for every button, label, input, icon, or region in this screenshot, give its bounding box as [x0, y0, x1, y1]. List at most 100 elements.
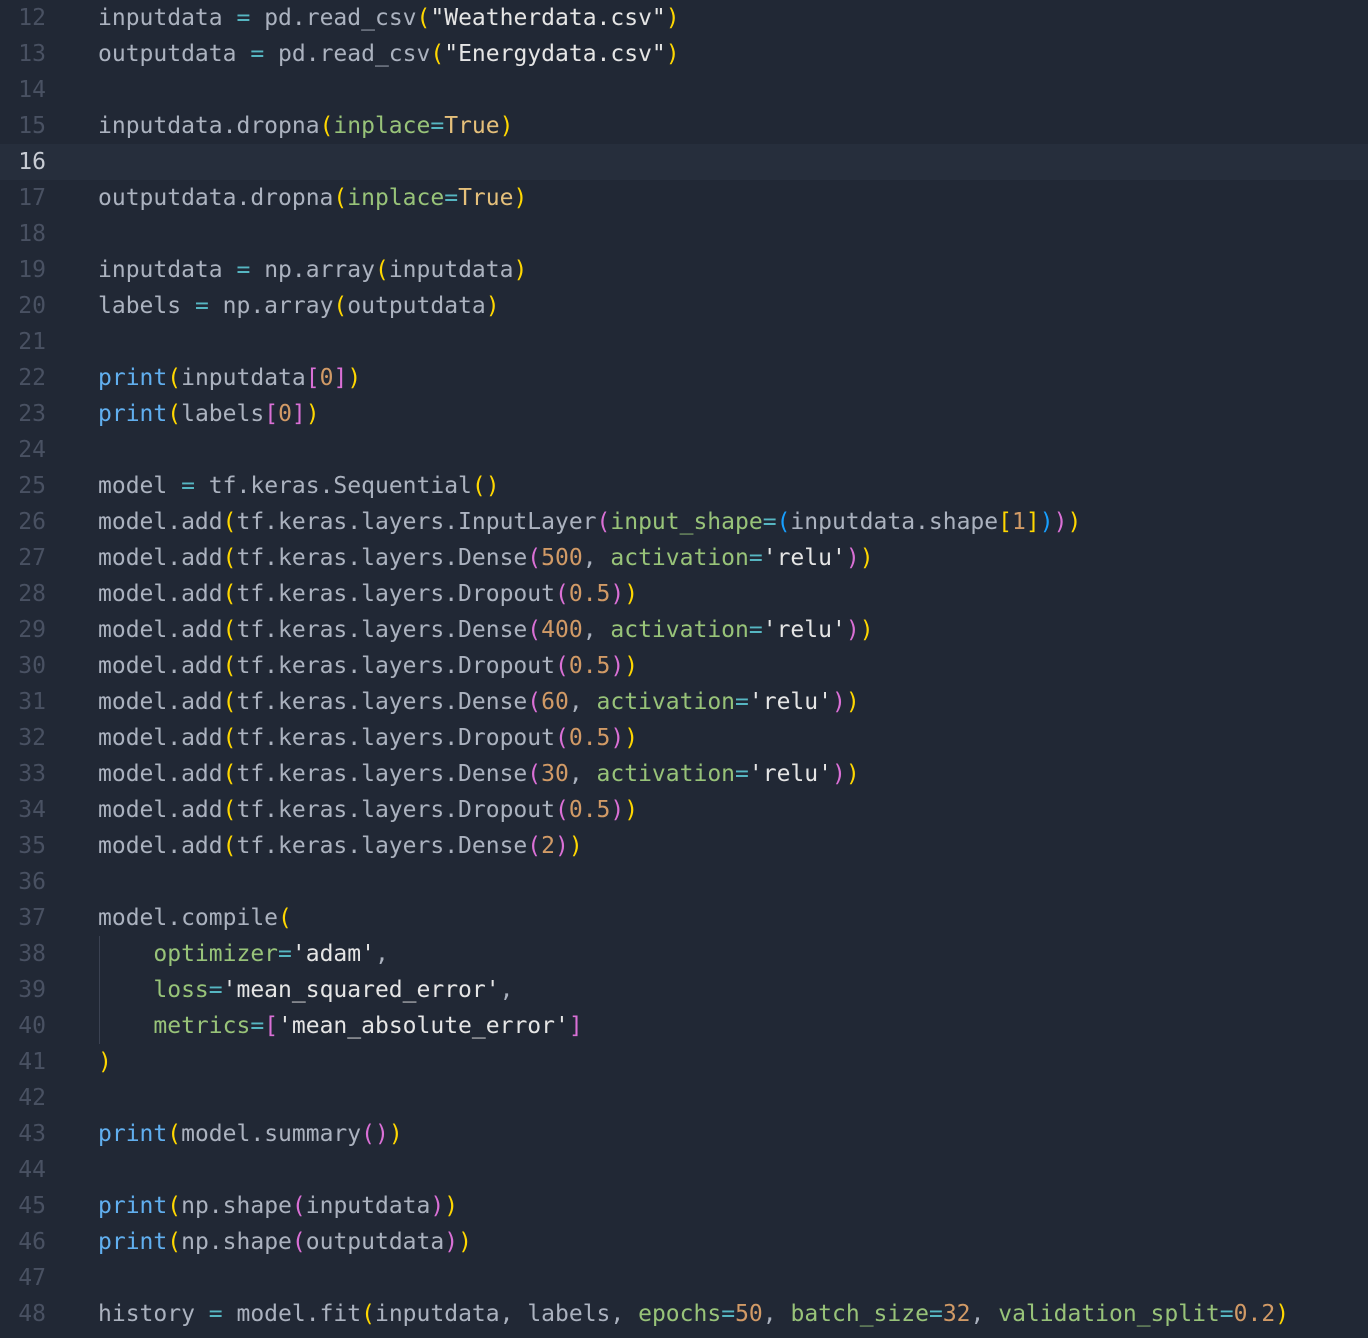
code-line[interactable]: 33 model.add(tf.keras.layers.Dense(30, ac…	[0, 756, 1368, 792]
code-text[interactable]: print(np.shape(inputdata))	[98, 1188, 458, 1224]
code-line[interactable]: 15 inputdata.dropna(inplace=True)	[0, 108, 1368, 144]
code-line[interactable]: 29 model.add(tf.keras.layers.Dense(400, a…	[0, 612, 1368, 648]
code-token: (	[333, 293, 348, 319]
code-line[interactable]: 32 model.add(tf.keras.layers.Dropout(0.5)…	[0, 720, 1368, 756]
code-text[interactable]: loss='mean_squared_error',	[98, 972, 513, 1008]
code-text[interactable]: outputdata = pd.read_csv("Energydata.csv…	[98, 36, 680, 72]
code-token: [	[264, 401, 279, 427]
code-line[interactable]: 46 print(np.shape(outputdata))	[0, 1224, 1368, 1260]
code-text[interactable]: inputdata = np.array(inputdata)	[98, 252, 527, 288]
code-text[interactable]: optimizer='adam',	[98, 936, 388, 972]
code-line[interactable]: 44	[0, 1152, 1368, 1188]
code-token: model.add	[98, 689, 223, 715]
code-text[interactable]: model.add(tf.keras.layers.Dense(2))	[98, 828, 583, 864]
code-token: 0	[278, 401, 292, 427]
code-line[interactable]: 42	[0, 1080, 1368, 1116]
code-line[interactable]: 48 history = model.fit(inputdata, labels,…	[0, 1296, 1368, 1332]
code-line[interactable]: 22 print(inputdata[0])	[0, 360, 1368, 396]
code-line[interactable]: 12 inputdata = pd.read_csv("Weatherdata.c…	[0, 0, 1368, 36]
code-token: (	[416, 5, 431, 31]
code-token: model.add	[98, 581, 223, 607]
code-line[interactable]: 31 model.add(tf.keras.layers.Dense(60, ac…	[0, 684, 1368, 720]
code-token: (	[527, 545, 542, 571]
code-line[interactable]: 19 inputdata = np.array(inputdata)	[0, 252, 1368, 288]
code-line[interactable]: 18	[0, 216, 1368, 252]
code-line[interactable]: 47	[0, 1260, 1368, 1296]
code-text[interactable]: model.add(tf.keras.layers.Dense(60, acti…	[98, 684, 860, 720]
code-text[interactable]: outputdata.dropna(inplace=True)	[98, 180, 527, 216]
line-number: 17	[18, 185, 46, 211]
code-editor[interactable]: 12 inputdata = pd.read_csv("Weatherdata.c…	[0, 0, 1368, 1338]
code-token: activation	[596, 761, 736, 787]
code-text[interactable]: )	[98, 1044, 112, 1080]
code-token: [	[998, 509, 1012, 535]
code-line[interactable]: 36	[0, 864, 1368, 900]
code-text[interactable]: metrics=['mean_absolute_error']	[98, 1008, 582, 1044]
code-text[interactable]: model.add(tf.keras.layers.Dense(400, act…	[98, 612, 874, 648]
code-line[interactable]: 28 model.add(tf.keras.layers.Dropout(0.5)…	[0, 576, 1368, 612]
line-number: 23	[18, 401, 46, 427]
code-line[interactable]: 41)	[0, 1044, 1368, 1080]
code-line[interactable]: 14	[0, 72, 1368, 108]
code-text[interactable]: inputdata = pd.read_csv("Weatherdata.csv…	[98, 0, 680, 36]
line-number: 21	[18, 329, 46, 355]
code-line[interactable]: 38 optimizer='adam',	[0, 936, 1368, 972]
code-text[interactable]: model.add(tf.keras.layers.Dropout(0.5))	[98, 792, 638, 828]
code-token: (	[554, 797, 569, 823]
code-text[interactable]: print(model.summary())	[98, 1116, 403, 1152]
code-text[interactable]: labels = np.array(outputdata)	[98, 288, 500, 324]
code-text[interactable]: model.add(tf.keras.layers.Dense(30, acti…	[98, 756, 860, 792]
code-token: (	[527, 689, 542, 715]
code-text[interactable]: history = model.fit(inputdata, labels, e…	[98, 1296, 1289, 1332]
code-line[interactable]: 27 model.add(tf.keras.layers.Dense(500, a…	[0, 540, 1368, 576]
code-line[interactable]: 35 model.add(tf.keras.layers.Dense(2))	[0, 828, 1368, 864]
code-line[interactable]: 13 outputdata = pd.read_csv("Energydata.c…	[0, 36, 1368, 72]
code-token: )	[499, 113, 514, 139]
code-token: (	[554, 653, 569, 679]
code-token: )	[444, 1229, 459, 1255]
code-line[interactable]: 24	[0, 432, 1368, 468]
code-line[interactable]: 45 print(np.shape(inputdata))	[0, 1188, 1368, 1224]
code-line[interactable]: 23 print(labels[0])	[0, 396, 1368, 432]
code-token: 'mean_absolute_error'	[278, 1013, 569, 1039]
code-text[interactable]: model.add(tf.keras.layers.Dense(500, act…	[98, 540, 874, 576]
code-token: tf.keras.layers.Dense	[236, 761, 528, 787]
code-token: outputdata	[98, 41, 251, 67]
code-text[interactable]: model.add(tf.keras.layers.Dropout(0.5))	[98, 648, 638, 684]
code-token: inputdata	[374, 1301, 500, 1327]
code-text[interactable]: print(labels[0])	[98, 396, 320, 432]
code-line[interactable]: 26 model.add(tf.keras.layers.InputLayer(i…	[0, 504, 1368, 540]
code-text[interactable]: model.compile(	[98, 900, 292, 936]
code-line[interactable]: 30 model.add(tf.keras.layers.Dropout(0.5)…	[0, 648, 1368, 684]
code-line[interactable]: 40 metrics=['mean_absolute_error']	[0, 1008, 1368, 1044]
code-token: )	[444, 1193, 459, 1219]
code-token: model.add	[98, 797, 223, 823]
code-line[interactable]: 39 loss='mean_squared_error',	[0, 972, 1368, 1008]
code-line[interactable]: 16	[0, 144, 1368, 180]
code-text[interactable]: model = tf.keras.Sequential()	[98, 468, 500, 504]
code-token: model	[98, 473, 182, 499]
code-line[interactable]: 25 model = tf.keras.Sequential()	[0, 468, 1368, 504]
line-number: 43	[18, 1121, 46, 1147]
code-text[interactable]: model.add(tf.keras.layers.Dropout(0.5))	[98, 720, 638, 756]
line-number: 15	[18, 113, 46, 139]
code-token: )	[485, 293, 500, 319]
code-token: )	[610, 797, 625, 823]
code-token: ]	[291, 401, 306, 427]
code-text[interactable]: model.add(tf.keras.layers.Dropout(0.5))	[98, 576, 638, 612]
code-line[interactable]: 20 labels = np.array(outputdata)	[0, 288, 1368, 324]
code-token: model.add	[98, 833, 223, 859]
code-line[interactable]: 34 model.add(tf.keras.layers.Dropout(0.5)…	[0, 792, 1368, 828]
code-token: ,	[568, 761, 597, 787]
code-text[interactable]: inputdata.dropna(inplace=True)	[98, 108, 513, 144]
code-line[interactable]: 21	[0, 324, 1368, 360]
code-text[interactable]: print(np.shape(outputdata))	[98, 1224, 472, 1260]
code-line[interactable]: 43 print(model.summary())	[0, 1116, 1368, 1152]
code-text[interactable]: print(inputdata[0])	[98, 360, 361, 396]
code-token: )	[845, 761, 860, 787]
code-line[interactable]: 37 model.compile(	[0, 900, 1368, 936]
code-text[interactable]: model.add(tf.keras.layers.InputLayer(inp…	[98, 504, 1081, 540]
code-line[interactable]: 17 outputdata.dropna(inplace=True)	[0, 180, 1368, 216]
code-token: ,	[568, 689, 597, 715]
code-token: (	[222, 653, 237, 679]
